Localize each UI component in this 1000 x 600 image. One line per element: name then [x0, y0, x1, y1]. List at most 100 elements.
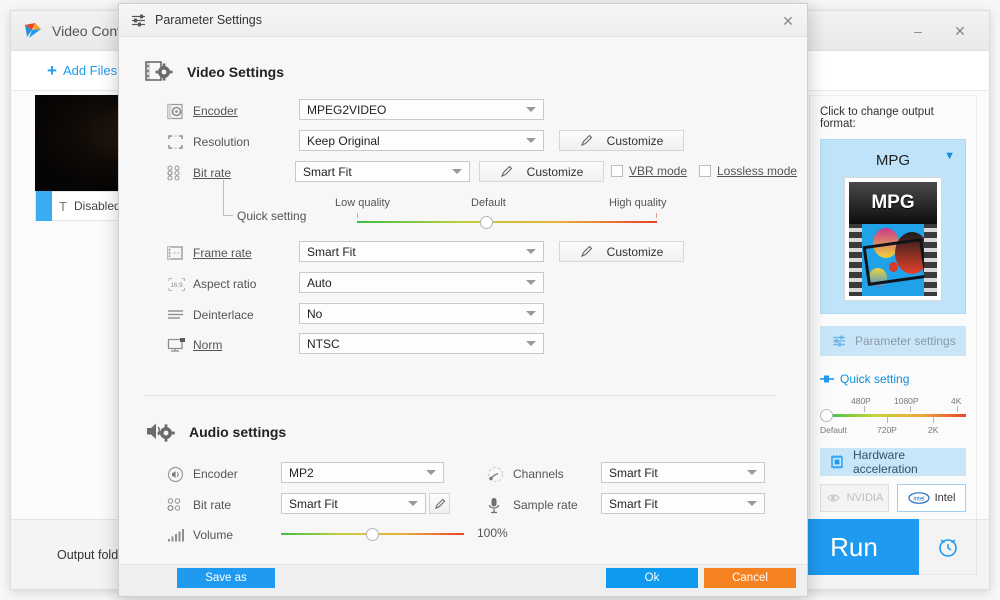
- audio-encoder-select[interactable]: MP2: [281, 462, 444, 483]
- checkbox-box: [611, 165, 623, 177]
- audio-channels-label: Channels: [513, 467, 564, 481]
- volume-slider-knob[interactable]: [366, 528, 379, 541]
- video-bitrate-select[interactable]: Smart Fit: [295, 161, 470, 182]
- video-settings-header: Video Settings: [145, 59, 284, 85]
- video-resolution-select[interactable]: Keep Original: [299, 130, 544, 151]
- sliders-icon: [131, 14, 146, 27]
- text-subtitle-icon: T: [59, 198, 67, 214]
- format-thumbnail: MPG: [844, 177, 942, 301]
- chevron-down-icon: [526, 311, 536, 316]
- minimize-button[interactable]: –: [897, 16, 939, 46]
- audio-bitrate-label: Bit rate: [193, 498, 232, 512]
- gpu-options: NVIDIA intel Intel: [820, 484, 966, 512]
- ok-button[interactable]: Ok: [606, 568, 698, 588]
- selection-indicator: [36, 191, 52, 221]
- run-button[interactable]: Run: [789, 519, 919, 575]
- bitrate-dots-icon: [167, 165, 193, 181]
- video-aspect-select[interactable]: Auto: [299, 272, 544, 293]
- audio-samplerate-label: Sample rate: [513, 498, 578, 512]
- audio-bitrate-select[interactable]: Smart Fit: [281, 493, 426, 514]
- video-framerate-select[interactable]: Smart Fit: [299, 241, 544, 262]
- parameter-settings-button[interactable]: Parameter settings: [820, 326, 966, 356]
- chevron-down-icon: [526, 341, 536, 346]
- quality-slider[interactable]: Low quality Default High quality: [335, 197, 685, 239]
- format-name: MPG: [875, 152, 911, 169]
- resolution-customize-label: Customize: [606, 133, 664, 148]
- video-resolution-value: Keep Original: [307, 133, 380, 148]
- chevron-down-icon: [526, 249, 536, 254]
- checkbox-box: [699, 165, 711, 177]
- video-encoder-select[interactable]: MPEG2VIDEO: [299, 99, 544, 120]
- add-files-label: Add Files: [62, 63, 118, 78]
- frame-rate-icon: [167, 245, 193, 261]
- framerate-customize-label: Customize: [606, 244, 664, 259]
- window-controls: – ✕: [897, 11, 981, 51]
- video-norm-select[interactable]: NTSC: [299, 333, 544, 354]
- hardware-acceleration-button[interactable]: Hardware acceleration: [820, 448, 966, 476]
- audio-samplerate-select[interactable]: Smart Fit: [601, 493, 765, 514]
- vbr-mode-label: VBR mode: [629, 164, 688, 178]
- dialog-title: Parameter Settings: [155, 13, 262, 27]
- video-norm-label: Norm: [193, 338, 223, 352]
- close-button[interactable]: ✕: [939, 16, 981, 46]
- resolution-customize-button[interactable]: Customize: [559, 130, 684, 151]
- lossless-mode-checkbox[interactable]: Lossless mode: [699, 164, 797, 178]
- audio-volume-label: Volume: [193, 528, 234, 542]
- gpu-option-nvidia[interactable]: NVIDIA: [820, 484, 889, 512]
- video-bitrate-value: Smart Fit: [303, 164, 352, 179]
- bitrate-customize-button[interactable]: Customize: [479, 161, 604, 182]
- video-aspect-label: Aspect ratio: [193, 277, 257, 291]
- video-deinterlace-select[interactable]: No: [299, 303, 544, 324]
- microphone-icon: [487, 497, 513, 514]
- parameter-settings-label: Parameter settings: [855, 334, 956, 348]
- crop-frame-icon: [167, 134, 193, 150]
- audio-channels-value: Smart Fit: [609, 465, 658, 480]
- quick-tick-720p: 720P: [877, 425, 897, 435]
- video-framerate-label: Frame rate: [193, 246, 252, 260]
- pencil-icon: [434, 498, 446, 510]
- format-selector[interactable]: ▼ MPG MPG: [820, 139, 966, 314]
- audio-bitrate-edit-button[interactable]: [429, 493, 450, 514]
- add-files-button[interactable]: + Add Files: [47, 62, 117, 79]
- gpu-option-intel[interactable]: intel Intel: [897, 484, 966, 512]
- speaker-icon: [167, 466, 193, 483]
- cancel-button[interactable]: Cancel: [704, 568, 796, 588]
- audio-settings-title: Audio settings: [189, 424, 287, 440]
- save-as-button[interactable]: Save as: [177, 568, 275, 588]
- alarm-clock-icon[interactable]: [919, 519, 977, 575]
- video-encoder-value: MPEG2VIDEO: [307, 102, 387, 117]
- quick-setting-label: Quick setting: [840, 372, 910, 386]
- quality-low-label: Low quality: [335, 197, 391, 209]
- quick-tick-default: Default: [820, 425, 847, 435]
- sliders-icon: [832, 335, 846, 347]
- quick-setting-header: Quick setting: [820, 372, 966, 386]
- audio-encoder-value: MP2: [289, 465, 314, 480]
- quick-setting-slider[interactable]: 480P 1080P 4K Default 720P 2K: [820, 394, 966, 438]
- quality-slider-knob[interactable]: [480, 216, 493, 229]
- bitrate-customize-label: Customize: [526, 164, 584, 179]
- quick-setting-knob[interactable]: [820, 409, 833, 422]
- volume-slider[interactable]: 100%: [281, 523, 581, 545]
- chevron-down-icon: [747, 470, 757, 475]
- format-thumb-label: MPG: [849, 182, 937, 224]
- quick-tick-1080p: 1080P: [894, 396, 919, 406]
- framerate-customize-button[interactable]: Customize: [559, 241, 684, 262]
- pencil-icon: [580, 245, 593, 258]
- film-gear-icon: [145, 59, 175, 85]
- video-bitrate-label: Bit rate: [193, 166, 232, 180]
- chevron-down-icon[interactable]: ▼: [944, 150, 955, 162]
- output-format-panel: Click to change output format: ▼ MPG MPG: [809, 95, 977, 527]
- speaker-gear-icon: [145, 419, 177, 445]
- screen: Video Conve – ✕ + Add Files T Disabled C…: [0, 0, 1000, 600]
- quick-tick-2k: 2K: [928, 425, 939, 435]
- close-icon[interactable]: ✕: [779, 12, 797, 30]
- vbr-mode-checkbox[interactable]: VBR mode: [611, 164, 687, 178]
- chevron-down-icon: [426, 470, 436, 475]
- svg-text:intel: intel: [913, 497, 924, 503]
- audio-encoder-label: Encoder: [193, 467, 238, 481]
- lossless-mode-label: Lossless mode: [717, 164, 798, 178]
- quick-tick-480p: 480P: [851, 396, 871, 406]
- audio-channels-select[interactable]: Smart Fit: [601, 462, 765, 483]
- section-divider: [145, 395, 775, 396]
- audio-bitrate-value: Smart Fit: [289, 496, 338, 511]
